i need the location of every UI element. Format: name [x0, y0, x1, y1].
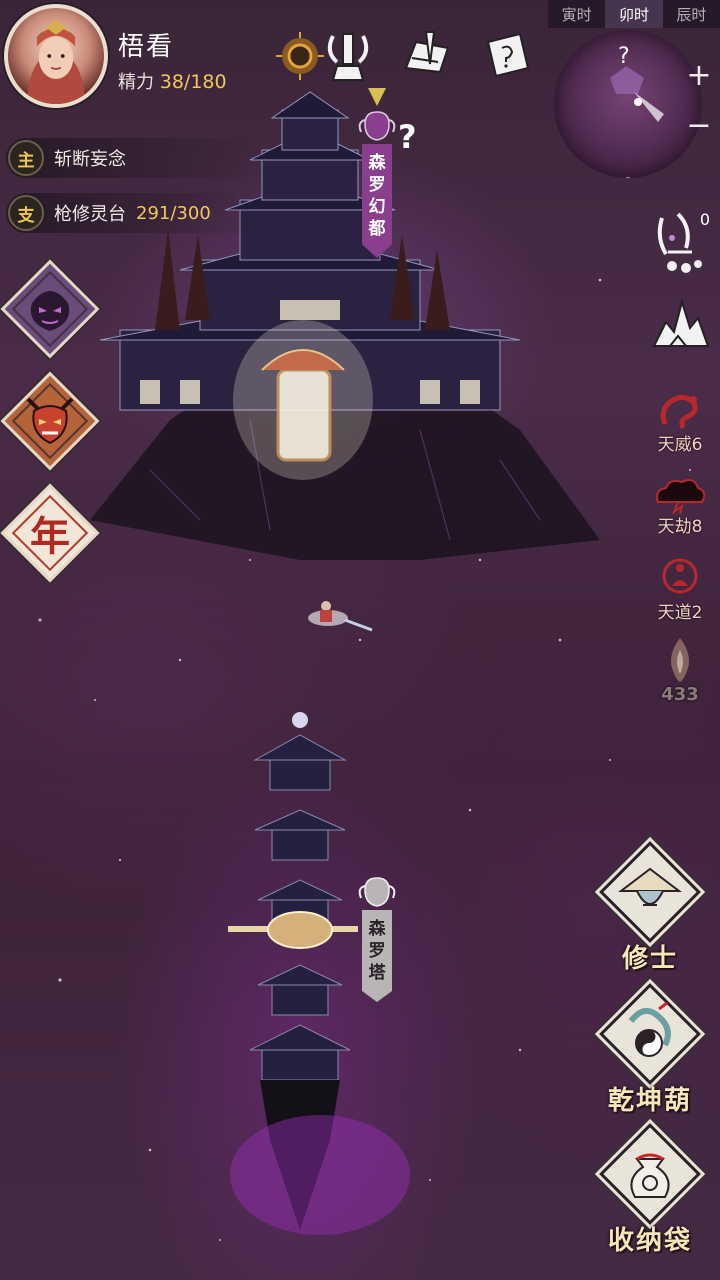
- player-name: 梧看: [118, 32, 175, 62]
- heavenly-might-button[interactable]: 天威6: [650, 388, 710, 455]
- location-banner-tower[interactable]: 森 罗 塔: [358, 874, 396, 1002]
- mountain-button[interactable]: [650, 292, 710, 356]
- side-quest-progress: 291/300: [136, 202, 211, 224]
- mountain-peaks-icon: [652, 298, 710, 347]
- storage-bag-icon: [630, 1153, 670, 1198]
- oni-mask-icon: [26, 397, 74, 445]
- time-tab-mao[interactable]: 卯时: [605, 0, 663, 28]
- main-quest-text: 斩断妄念: [54, 149, 126, 170]
- minimap-marker: ?: [618, 44, 630, 69]
- heavenly-dao-button[interactable]: 天道2: [650, 556, 710, 623]
- question-mark-icon: ?: [398, 118, 417, 156]
- main-quest-tag: 主: [8, 140, 44, 176]
- time-tab-chen[interactable]: 辰时: [663, 0, 720, 28]
- minimap[interactable]: ?: [554, 30, 702, 183]
- spirit-flame-button[interactable]: 433: [650, 634, 710, 705]
- player-avatar[interactable]: [4, 4, 108, 108]
- tower-name-char: 森: [368, 919, 386, 939]
- demon-button[interactable]: [0, 259, 100, 359]
- tower-name-char: 罗: [368, 941, 386, 961]
- cultivator-button[interactable]: 修士: [599, 841, 701, 986]
- arrow-down-icon: [368, 88, 386, 106]
- scroll-brush-button[interactable]: [400, 28, 456, 84]
- oni-button[interactable]: [0, 371, 100, 471]
- gourd-yinyang-icon: [628, 1001, 671, 1057]
- time-tabs: 寅时 卯时 辰时: [548, 0, 720, 28]
- energy-label: 精力: [118, 72, 154, 93]
- main-quest-row[interactable]: 主 斩断妄念: [6, 138, 256, 178]
- meditating-figure-icon: [662, 558, 698, 594]
- zoom-out-button[interactable]: −: [684, 108, 714, 143]
- side-quest-tag: 支: [8, 195, 44, 231]
- time-tab-yin[interactable]: 寅时: [548, 0, 605, 28]
- palace-name-char: 森: [368, 153, 386, 173]
- palace-name-char: 罗: [368, 175, 386, 195]
- ram-skull-icon: [358, 111, 396, 141]
- cultivator-label: 修士: [621, 944, 678, 974]
- new-year-button[interactable]: 年: [0, 483, 100, 583]
- palace-name-char: 幻: [368, 197, 386, 217]
- wind-chime-button[interactable]: 0: [650, 208, 710, 278]
- storage-bag-button[interactable]: 收纳袋: [599, 1123, 701, 1268]
- map-scroll-button[interactable]: [480, 28, 536, 84]
- tower-name-char: 塔: [368, 963, 386, 983]
- ram-skull-icon: [358, 877, 396, 907]
- dragon-icon: [660, 394, 698, 430]
- demon-face-icon: [30, 291, 70, 331]
- energy-value: 38/180: [159, 71, 227, 93]
- storm-cloud-icon: [656, 479, 706, 514]
- tribulation-button[interactable]: 天劫8: [650, 474, 710, 537]
- gourd-button[interactable]: 乾坤葫: [599, 983, 701, 1128]
- gourd-label: 乾坤葫: [607, 1086, 692, 1116]
- portrait-icon: [27, 19, 85, 104]
- zoom-in-button[interactable]: +: [684, 58, 714, 93]
- side-quest-text: 枪修灵台: [54, 204, 126, 225]
- storage-bag-label: 收纳袋: [607, 1226, 692, 1256]
- location-banner-palace[interactable]: 森 罗 幻 都: [358, 86, 396, 258]
- side-quest-row[interactable]: 支 枪修灵台 291/300: [6, 193, 256, 233]
- spirit-flame-count: 433: [661, 684, 699, 705]
- spirit-flame-icon: [671, 638, 689, 682]
- heavenly-dao-label: 天道2: [657, 603, 703, 623]
- sun-disc-icon: [276, 32, 324, 80]
- cultivator-hat-icon: [618, 867, 682, 906]
- heavenly-might-label: 天威6: [657, 435, 703, 455]
- map-scroll-icon: [486, 32, 530, 78]
- scroll-brush-icon: [404, 31, 450, 74]
- energy-stat: 精力 38/180: [118, 68, 227, 94]
- tribulation-label: 天劫8: [657, 517, 703, 537]
- palace-name-char: 都: [368, 219, 386, 239]
- new-year-icon: 年: [30, 513, 70, 560]
- palace-name-flag: 森 罗 幻 都: [362, 144, 392, 258]
- sword-altar-button[interactable]: [320, 28, 376, 84]
- wind-chime-badge: 0: [699, 210, 710, 229]
- sword-altar-icon: [327, 33, 369, 81]
- tower-name-flag: 森 罗 塔: [362, 910, 392, 1002]
